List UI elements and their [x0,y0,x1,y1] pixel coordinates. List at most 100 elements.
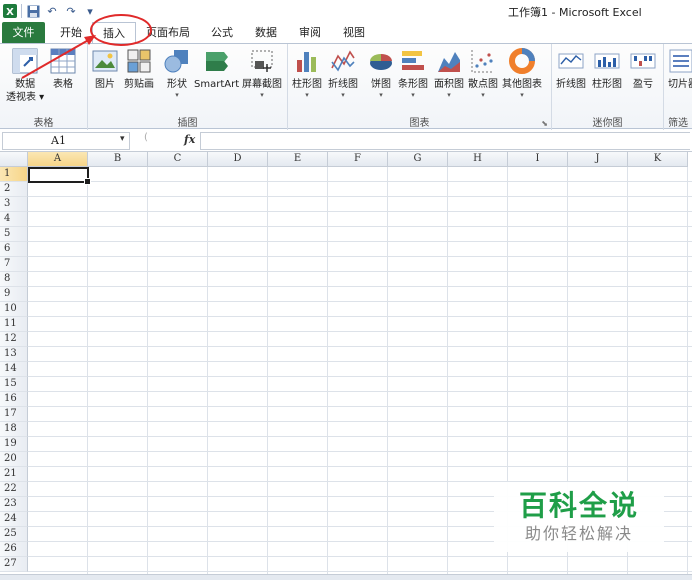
formula-input[interactable] [200,132,690,150]
row-header-26[interactable]: 26 [0,542,28,557]
smartart-button[interactable]: SmartArt [194,48,239,91]
area-chart-button[interactable]: 面积图 ▾ [434,48,464,99]
area-chart-dropdown-icon: ▾ [447,91,451,99]
column-header-i[interactable]: I [508,152,568,167]
row-header-16[interactable]: 16 [0,392,28,407]
row-header-12[interactable]: 12 [0,332,28,347]
screenshot-button[interactable]: 屏幕截图 ▾ [242,48,282,99]
gridline-horizontal [28,316,692,317]
row-header-1[interactable]: 1 [0,167,28,182]
bar-chart-button[interactable]: 条形图 ▾ [398,48,428,99]
row-header-4[interactable]: 4 [0,212,28,227]
name-box-dropdown-icon[interactable]: ▾ [120,134,125,144]
qat-separator [21,4,22,18]
picture-button[interactable]: 图片 [92,48,118,91]
column-header-d[interactable]: D [208,152,268,167]
row-header-21[interactable]: 21 [0,467,28,482]
svg-text:X: X [6,7,14,18]
formula-bar: A1 ▾ ( fx [0,130,692,152]
column-header-f[interactable]: F [328,152,388,167]
row-header-15[interactable]: 15 [0,377,28,392]
excel-logo-icon[interactable]: X [2,3,18,19]
column-header-e[interactable]: E [268,152,328,167]
row-header-13[interactable]: 13 [0,347,28,362]
row-header-27[interactable]: 27 [0,557,28,572]
tab-home[interactable]: 开始 [52,22,90,43]
row-header-8[interactable]: 8 [0,272,28,287]
row-header-5[interactable]: 5 [0,227,28,242]
pivot-table-button[interactable]: 数据 透视表 ▾ [6,48,44,104]
table-button[interactable]: 表格 [50,48,76,91]
select-all-corner[interactable] [0,152,28,167]
gridline-horizontal [28,436,692,437]
row-header-2[interactable]: 2 [0,182,28,197]
row-header-11[interactable]: 11 [0,317,28,332]
row-header-25[interactable]: 25 [0,527,28,542]
tab-file[interactable]: 文件 [2,22,45,43]
line-chart-button[interactable]: 折线图 ▾ [328,48,358,99]
pie-chart-button[interactable]: 饼图 ▾ [368,48,394,99]
insert-function-icon[interactable]: fx [184,133,195,146]
gridline-horizontal [28,391,692,392]
slicer-button[interactable]: 切片器 [668,48,692,91]
column-header-k[interactable]: K [628,152,688,167]
tab-review[interactable]: 审阅 [290,22,330,43]
watermark-logo: 百科全说 助你轻松解决 [494,482,664,552]
sparkline-column-icon [594,48,620,74]
gridline-vertical [87,167,88,580]
sparkline-column-button[interactable]: 柱形图 [592,48,622,91]
scatter-chart-button[interactable]: 散点图 ▾ [468,48,498,99]
tab-data[interactable]: 数据 [246,22,286,43]
shapes-label: 形状 [167,79,187,90]
row-header-19[interactable]: 19 [0,437,28,452]
tab-view[interactable]: 视图 [334,22,374,43]
sparkline-line-button[interactable]: 折线图 [556,48,586,91]
row-header-18[interactable]: 18 [0,422,28,437]
undo-icon[interactable]: ↶ [44,3,60,19]
row-header-22[interactable]: 22 [0,482,28,497]
shapes-button[interactable]: 形状 ▾ [164,48,190,99]
formula-bar-expand-icon[interactable]: ( [144,132,148,143]
sparkline-line-label: 折线图 [556,79,586,90]
sparkline-winloss-button[interactable]: 盈亏 [630,48,656,91]
gridline-horizontal [28,301,692,302]
column-header-g[interactable]: G [388,152,448,167]
row-header-24[interactable]: 24 [0,512,28,527]
picture-label: 图片 [95,79,115,90]
tab-formulas[interactable]: 公式 [202,22,242,43]
row-header-7[interactable]: 7 [0,257,28,272]
sparkline-winloss-label: 盈亏 [633,79,653,90]
picture-icon [92,48,118,74]
column-header-c[interactable]: C [148,152,208,167]
row-header-14[interactable]: 14 [0,362,28,377]
row-header-9[interactable]: 9 [0,287,28,302]
name-box[interactable]: A1 [2,132,130,150]
row-header-6[interactable]: 6 [0,242,28,257]
active-cell-a1[interactable] [28,167,91,185]
pie-chart-dropdown-icon: ▾ [379,91,383,99]
customize-qat-icon[interactable]: ▾ [82,3,98,19]
other-charts-button[interactable]: 其他图表 ▾ [502,48,542,99]
redo-icon[interactable]: ↷ [63,3,79,19]
charts-dialog-launcher-icon[interactable]: ⬊ [541,119,548,128]
clip-art-button[interactable]: 剪贴画 [124,48,154,91]
column-chart-button[interactable]: 柱形图 ▾ [292,48,322,99]
save-icon[interactable] [25,3,41,19]
row-header-10[interactable]: 10 [0,302,28,317]
gridline-horizontal [28,421,692,422]
column-header-a[interactable]: A [28,152,88,167]
column-header-b[interactable]: B [88,152,148,167]
smartart-label: SmartArt [194,79,240,90]
ribbon-group-illustrations: 图片 剪贴画 形状 ▾ SmartArt 屏幕截图 ▾ 插图 [88,44,288,130]
row-header-17[interactable]: 17 [0,407,28,422]
row-header-20[interactable]: 20 [0,452,28,467]
screenshot-label: 屏幕截图 [242,79,282,90]
pivot-table-icon [12,48,38,74]
gridline-vertical [387,167,388,580]
column-header-j[interactable]: J [568,152,628,167]
row-header-23[interactable]: 23 [0,497,28,512]
sheet-tab-bar [0,574,692,580]
bar-chart-label: 条形图 [398,79,428,90]
row-header-3[interactable]: 3 [0,197,28,212]
column-header-h[interactable]: H [448,152,508,167]
